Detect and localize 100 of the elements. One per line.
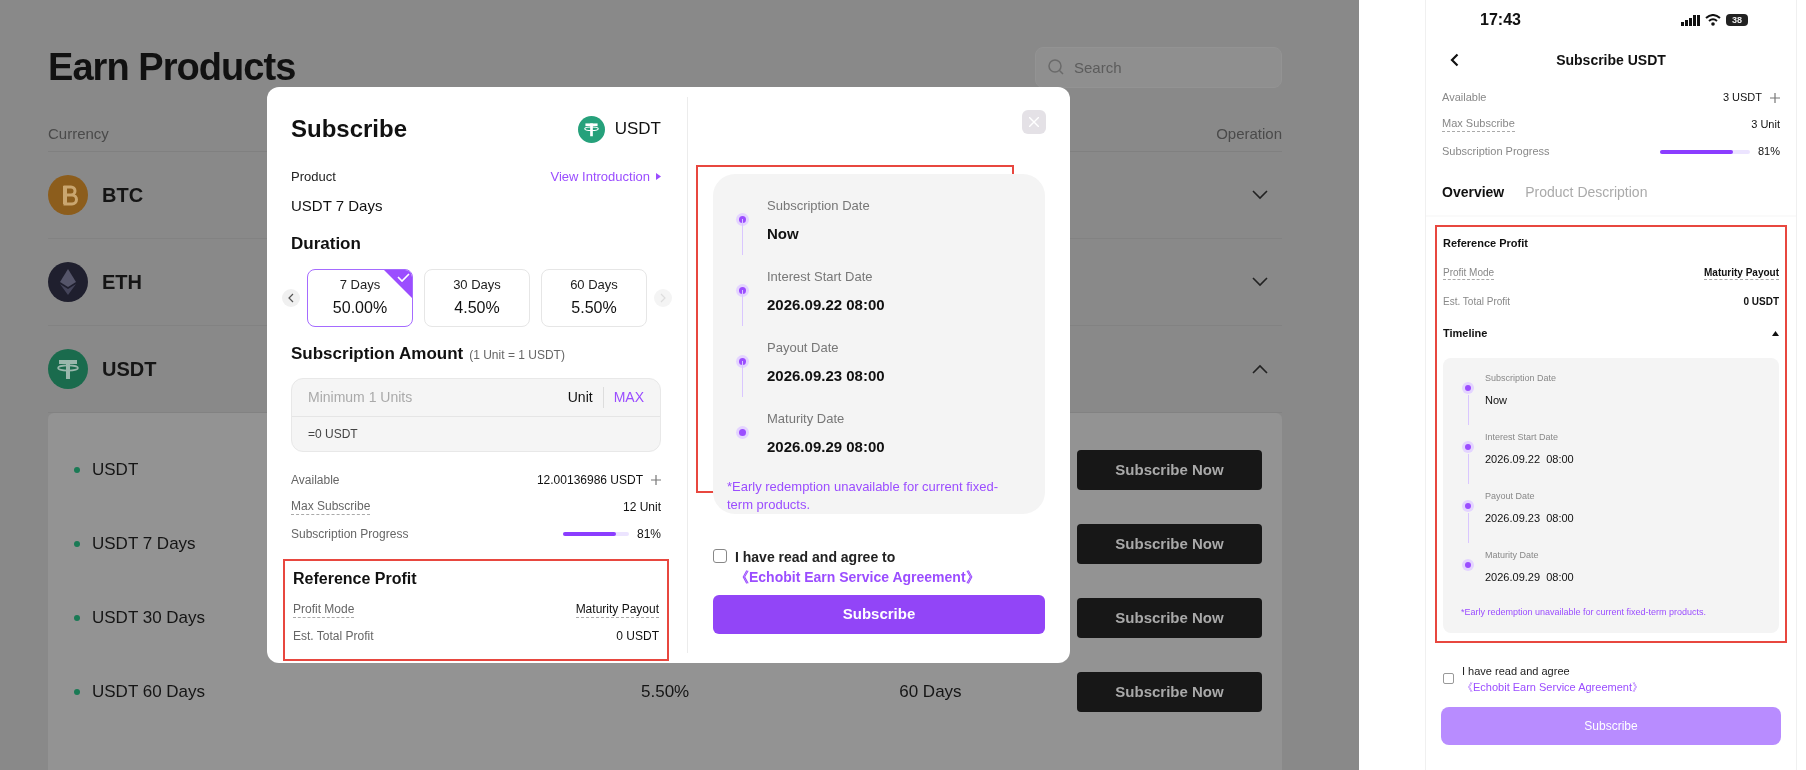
wifi-icon bbox=[1705, 14, 1721, 26]
ethereum-icon bbox=[48, 262, 88, 302]
timeline-value: 2026.09.23 08:00 bbox=[767, 365, 885, 386]
chevron-left-icon bbox=[1450, 53, 1459, 67]
product-name: USDT 60 Days bbox=[92, 681, 206, 704]
subscribe-now-button[interactable]: Subscribe Now bbox=[1077, 598, 1262, 638]
duration-option[interactable]: 60 Days 5.50% bbox=[541, 268, 647, 327]
stat-value: Maturity Payout bbox=[1704, 266, 1779, 281]
selected-check-icon bbox=[384, 269, 412, 298]
stat-label: Max Subscribe bbox=[291, 498, 371, 515]
screen-title: Subscribe USDT bbox=[1556, 50, 1666, 70]
stat-value: Maturity Payout bbox=[575, 602, 659, 618]
section-heading: Reference Profit bbox=[1443, 236, 1529, 251]
timeline-line bbox=[1467, 512, 1469, 543]
duration-option[interactable]: 30 Days 4.50% bbox=[424, 268, 530, 327]
agreement-text: I have read and agree 《Echobit Earn Service Agreement》 bbox=[1462, 663, 1643, 695]
stat-value: 12.00136986 USDT bbox=[536, 471, 643, 489]
product-name: USDT 7 Days bbox=[92, 533, 196, 556]
amount-input[interactable]: Minimum 1 Units bbox=[308, 387, 568, 408]
collapse-toggle[interactable] bbox=[1772, 331, 1779, 336]
timeline-line bbox=[1467, 453, 1469, 484]
product-name: USDT bbox=[92, 459, 139, 482]
currency-name: BTC bbox=[102, 183, 144, 208]
add-button[interactable] bbox=[1770, 92, 1780, 103]
chevron-down-icon bbox=[1252, 190, 1268, 200]
stat-value: 12 Unit bbox=[622, 498, 661, 516]
dialog-title: Subscribe bbox=[291, 114, 408, 144]
timeline-value: 2026.09.29 08:00 bbox=[1485, 570, 1574, 585]
previous-button[interactable] bbox=[282, 288, 300, 307]
stat-label: Profit Mode bbox=[1443, 266, 1495, 281]
stat-label: Subscription Progress bbox=[1442, 144, 1550, 160]
tether-icon bbox=[48, 349, 88, 389]
product-name: USDT 30 Days bbox=[92, 607, 206, 630]
agreement-text: I have read and agree to 《Echobit Earn Service Agreement》 bbox=[735, 548, 981, 587]
currency-name: USDT bbox=[102, 357, 157, 382]
stat-value: 0 USDT bbox=[1743, 295, 1779, 309]
chevron-up-icon bbox=[1252, 364, 1268, 374]
timeline-value: Now bbox=[1485, 393, 1508, 408]
stat-label: Profit Mode bbox=[293, 602, 355, 618]
subscribe-now-button[interactable]: Subscribe Now bbox=[1077, 450, 1262, 490]
timeline-label: Payout Date bbox=[767, 339, 840, 357]
product-value: USDT 7 Days bbox=[291, 195, 384, 216]
duration-option[interactable]: 7 Days 50.00% bbox=[307, 268, 413, 327]
battery-indicator: 38 bbox=[1726, 14, 1748, 26]
agree-checkbox[interactable] bbox=[1443, 673, 1454, 684]
timeline-value: 2026.09.22 08:00 bbox=[1485, 452, 1574, 467]
bitcoin-icon bbox=[48, 175, 88, 215]
subscribe-now-button[interactable]: Subscribe Now bbox=[1077, 672, 1262, 712]
unit-note: (1 Unit = 1 USDT) bbox=[469, 346, 565, 364]
caret-up-icon bbox=[1772, 331, 1779, 336]
timeline-label: Payout Date bbox=[1485, 489, 1536, 503]
chevron-right-icon bbox=[660, 292, 666, 303]
timeline-line bbox=[741, 219, 743, 255]
stat-value: 0 USDT bbox=[616, 628, 659, 645]
stat-label: Est. Total Profit bbox=[1443, 295, 1511, 309]
duration-text: 60 Days bbox=[899, 681, 962, 704]
back-button[interactable] bbox=[1450, 53, 1459, 67]
stat-value: 81% bbox=[1757, 144, 1780, 160]
timeline-label: Subscription Date bbox=[1485, 371, 1557, 385]
timeline-label: Subscription Date bbox=[767, 197, 870, 215]
timeline-label: Maturity Date bbox=[1485, 548, 1540, 562]
stat-label: Subscription Progress bbox=[291, 525, 409, 543]
section-heading: Subscription Amount bbox=[291, 342, 464, 365]
view-introduction-link[interactable]: View Introduction bbox=[550, 167, 661, 187]
section-heading: Timeline bbox=[1443, 326, 1488, 342]
currency-label: USDT bbox=[614, 118, 661, 141]
plus-icon bbox=[1770, 92, 1780, 103]
chevron-down-icon bbox=[1252, 277, 1268, 287]
max-button[interactable]: MAX bbox=[603, 387, 644, 408]
search-icon bbox=[1047, 57, 1065, 76]
unit-label: Unit bbox=[567, 387, 604, 408]
stat-label: Available bbox=[291, 471, 340, 489]
tab[interactable]: Overview bbox=[1442, 181, 1505, 203]
subscribe-now-button[interactable]: Subscribe Now bbox=[1077, 524, 1262, 564]
agreement-link[interactable]: 《Echobit Earn Service Agreement》 bbox=[735, 569, 980, 585]
page-title: Earn Products bbox=[48, 44, 296, 90]
timeline-label: Interest Start Date bbox=[767, 268, 874, 286]
column-header: Operation bbox=[1216, 124, 1282, 145]
status-time: 17:43 bbox=[1480, 10, 1521, 30]
agreement-link[interactable]: 《Echobit Earn Service Agreement》 bbox=[1462, 680, 1643, 693]
rate-text: 5.50% bbox=[641, 681, 690, 704]
plus-icon bbox=[651, 474, 661, 485]
redemption-note: *Early redemption unavailable for current fixed-term products. bbox=[727, 478, 999, 514]
timeline-label: Interest Start Date bbox=[1485, 430, 1560, 444]
product-label: Product bbox=[291, 168, 336, 186]
timeline-value: 2026.09.29 08:00 bbox=[767, 436, 885, 457]
timeline-value: 2026.09.22 08:00 bbox=[767, 294, 885, 315]
timeline-value: Now bbox=[767, 223, 800, 244]
add-button[interactable] bbox=[651, 474, 661, 485]
currency-name: ETH bbox=[102, 270, 142, 295]
timeline-line bbox=[741, 361, 743, 397]
subscribe-button[interactable]: Subscribe bbox=[713, 595, 1045, 634]
stat-value: 3 Unit bbox=[1751, 117, 1780, 133]
stat-label: Max Subscribe bbox=[1442, 117, 1515, 132]
agree-checkbox[interactable] bbox=[713, 549, 727, 563]
redemption-note: *Early redemption unavailable for current fixed-term products. bbox=[1461, 605, 1708, 619]
timeline-line bbox=[741, 290, 743, 326]
section-heading: Reference Profit bbox=[293, 569, 418, 589]
signal-icon bbox=[1681, 14, 1700, 26]
timeline-line bbox=[1467, 394, 1469, 425]
